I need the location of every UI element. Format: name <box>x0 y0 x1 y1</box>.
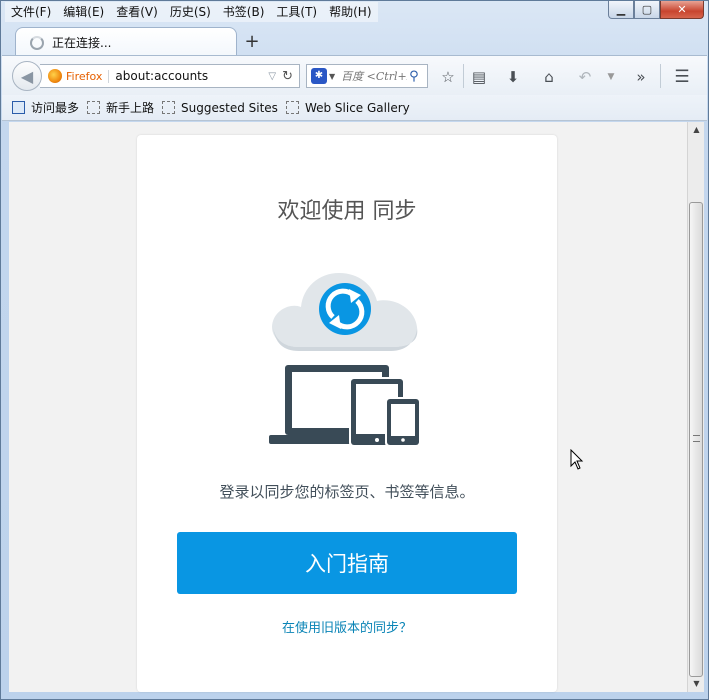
hamburger-menu-icon[interactable]: ☰ <box>671 66 693 88</box>
mouse-cursor-icon <box>570 449 584 470</box>
scrollbar-thumb[interactable] <box>689 202 703 677</box>
menu-file[interactable]: 文件(F) <box>5 2 57 22</box>
sync-devices-illustration <box>269 273 421 447</box>
menu-bookmarks[interactable]: 书签(B) <box>217 2 271 22</box>
menu-view[interactable]: 查看(V) <box>110 2 164 22</box>
bookmark-star-icon[interactable]: ☆ <box>437 66 459 88</box>
bookmarks-menu-icon[interactable]: ▤ <box>468 66 490 88</box>
bookmark-web-slice-gallery[interactable]: Web Slice Gallery <box>285 100 410 115</box>
toolbar-separator <box>463 64 464 88</box>
bookmark-most-visited[interactable]: 访问最多 <box>12 99 79 116</box>
bookmark-getting-started[interactable]: 新手上路 <box>87 99 154 116</box>
sync-description: 登录以同步您的标签页、书签等信息。 <box>219 483 475 501</box>
engine-dropdown-icon[interactable]: ▼ <box>329 72 335 81</box>
bookmark-label: 新手上路 <box>106 101 155 115</box>
overflow-chevron-icon[interactable]: » <box>630 66 652 88</box>
most-visited-icon <box>12 101 25 114</box>
menu-bar: 文件(F) 编辑(E) 查看(V) 历史(S) 书签(B) 工具(T) 帮助(H… <box>5 2 378 22</box>
bookmark-label: Suggested Sites <box>181 100 278 115</box>
undo-icon[interactable]: ↶ <box>574 66 596 88</box>
download-icon[interactable]: ⬇ <box>502 66 524 88</box>
page-title: 欢迎使用 同步 <box>277 199 417 224</box>
menu-edit[interactable]: 编辑(E) <box>57 2 110 22</box>
search-icon[interactable]: ⚲ <box>409 69 419 84</box>
bookmark-label: 访问最多 <box>31 101 80 115</box>
toolbar-separator <box>660 64 661 88</box>
minimize-button[interactable]: ▁ <box>608 1 634 19</box>
bookmark-label: Web Slice Gallery <box>304 100 410 115</box>
tab-title: 正在连接... <box>52 36 112 50</box>
maximize-button[interactable]: ▢ <box>634 1 660 19</box>
bookmark-suggested-sites[interactable]: Suggested Sites <box>162 101 278 115</box>
browser-window: 文件(F) 编辑(E) 查看(V) 历史(S) 书签(B) 工具(T) 帮助(H… <box>0 0 709 700</box>
new-tab-button[interactable]: + <box>241 31 263 53</box>
window-controls: ▁ ▢ ✕ <box>608 1 704 19</box>
sync-card: 欢迎使用 同步 登录以同步您的标签页、书签等信息。 入门指南 在使用旧版本的同步… <box>137 135 557 692</box>
menu-tools[interactable]: 工具(T) <box>270 2 323 22</box>
back-arrow-icon: ◀ <box>20 66 34 86</box>
back-button[interactable]: ◀ <box>12 61 42 91</box>
menu-history[interactable]: 历史(S) <box>164 2 217 22</box>
identity-label[interactable]: Firefox <box>66 69 110 83</box>
reload-icon[interactable]: ↻ <box>282 69 293 84</box>
url-history-dropdown-icon[interactable]: ▽ <box>268 71 276 82</box>
url-bar[interactable]: Firefox about:accounts ▽ ↻ <box>40 64 300 88</box>
bookmarks-toolbar: 访问最多 新手上路 Suggested Sites Web Slice Gall… <box>2 95 707 121</box>
url-text[interactable]: about:accounts <box>115 69 268 83</box>
bookmark-placeholder-icon <box>87 101 101 114</box>
get-started-button[interactable]: 入门指南 <box>177 532 517 594</box>
page-content: 欢迎使用 同步 登录以同步您的标签页、书签等信息。 入门指南 在使用旧版本的同步… <box>9 122 687 692</box>
loading-spinner-icon <box>30 35 44 50</box>
scroll-down-icon[interactable]: ▼ <box>688 676 705 692</box>
tab-strip: 正在连接... + <box>1 25 708 57</box>
undo-dropdown-icon[interactable]: ▼ <box>600 66 622 88</box>
legacy-sync-link[interactable]: 在使用旧版本的同步？ <box>137 617 557 636</box>
search-bar: ✱ ▼ ⚲ <box>306 64 428 88</box>
search-input[interactable] <box>341 69 408 83</box>
sync-arrows-icon <box>319 283 371 335</box>
phone-icon <box>385 397 421 447</box>
bookmark-placeholder-icon <box>285 101 299 114</box>
vertical-scrollbar[interactable]: ▲ ▼ <box>687 122 704 692</box>
grip-icon <box>693 435 700 442</box>
tab-active[interactable]: 正在连接... <box>15 27 237 57</box>
scroll-up-icon[interactable]: ▲ <box>688 122 705 138</box>
firefox-logo-icon <box>48 69 62 83</box>
close-button[interactable]: ✕ <box>660 1 704 19</box>
nav-bar: Firefox about:accounts ▽ ↻ ◀ ✱ ▼ ⚲ ☆ ▤ ⬇… <box>2 55 707 95</box>
baidu-engine-icon[interactable]: ✱ <box>311 68 327 84</box>
menu-help[interactable]: 帮助(H) <box>323 2 377 22</box>
home-icon[interactable]: ⌂ <box>538 66 560 88</box>
bookmark-placeholder-icon <box>162 101 176 114</box>
